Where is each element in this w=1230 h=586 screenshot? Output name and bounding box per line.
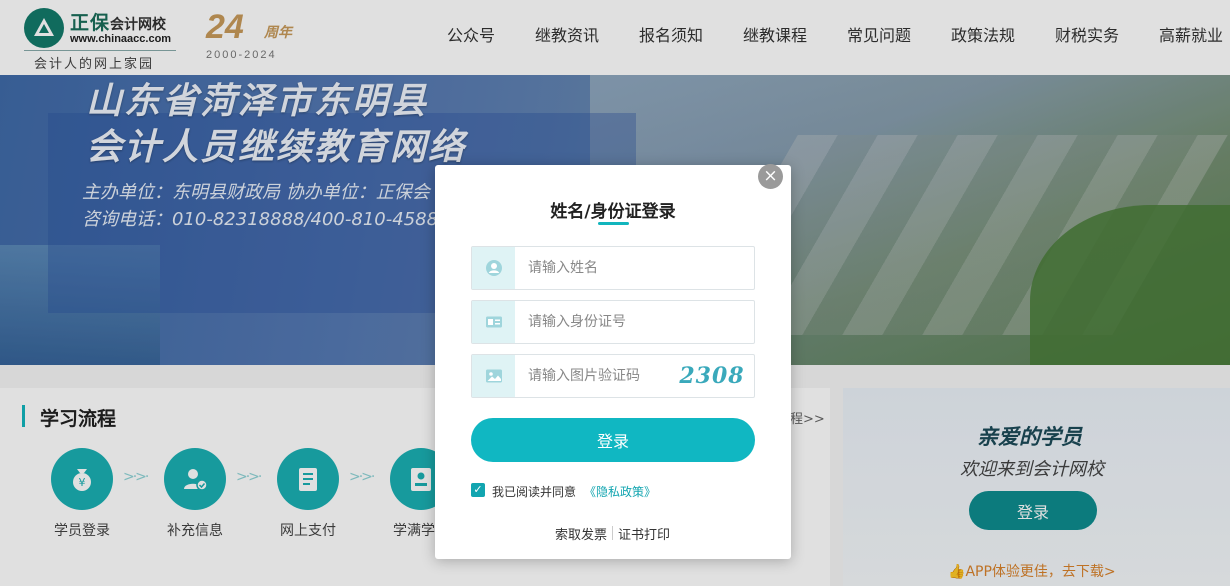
name-input[interactable] [516,247,754,289]
link-divider [612,526,613,540]
id-number-input[interactable] [516,301,754,343]
invoice-link[interactable]: 索取发票 [555,524,607,543]
modal-title: 姓名/身份证登录 [550,202,676,222]
privacy-policy-link[interactable]: 《隐私政策》 [584,483,656,500]
certificate-print-link[interactable]: 证书打印 [618,524,670,543]
image-icon [472,355,515,397]
agree-label: 我已阅读并同意 [492,485,577,499]
name-field[interactable] [471,246,755,290]
login-button[interactable]: 登录 [471,418,755,462]
title-underline [598,222,629,225]
close-icon[interactable]: × [758,164,783,189]
captcha-field[interactable]: 2308 [471,354,755,398]
captcha-image[interactable]: 2308 [676,361,748,391]
agree-checkbox[interactable]: ✓ [471,483,485,497]
id-field[interactable] [471,300,755,344]
id-card-icon [472,301,515,343]
user-icon [472,247,515,289]
